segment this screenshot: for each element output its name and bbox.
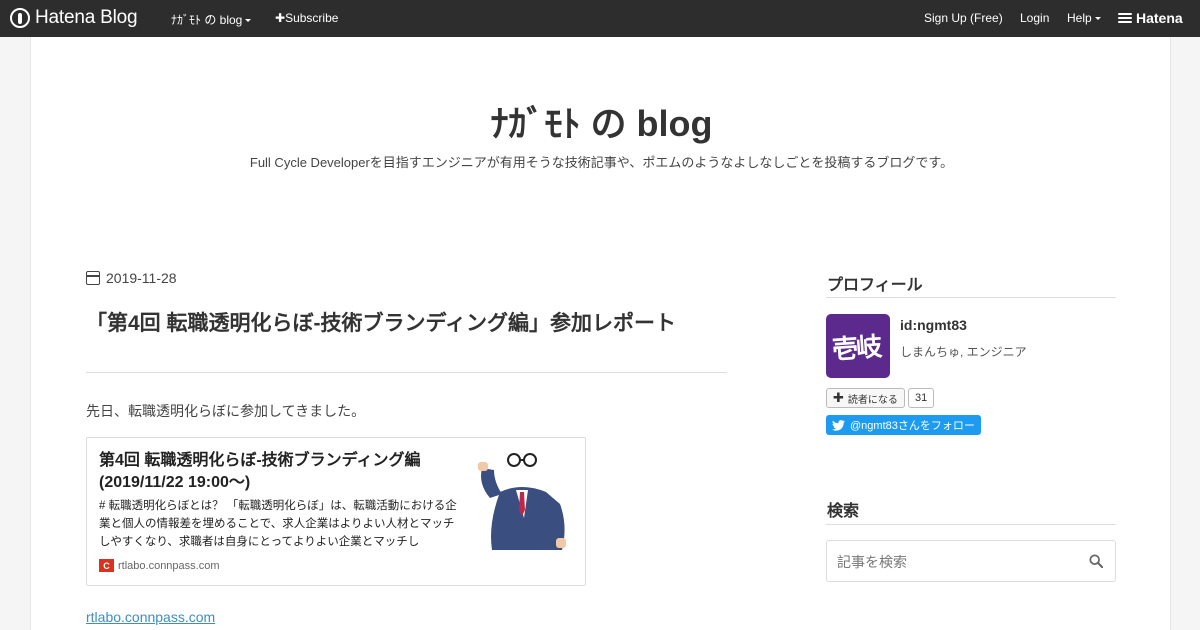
twitter-follow-button[interactable]: @ngmt83さんをフォロー [826,415,981,435]
blog-selector[interactable]: ﾅｶﾞﾓﾄ の blog [171,11,252,28]
global-header: Hatena Blog ﾅｶﾞﾓﾄ の blog ✚Subscribe Sign… [0,0,1200,37]
login-link[interactable]: Login [1020,11,1049,25]
hatena-brand-icon [1118,11,1132,25]
divider [826,524,1116,525]
reader-button-label: 読者になる [847,394,898,406]
avatar[interactable]: 壱岐 [826,314,890,378]
entry-date-text: 2019-11-28 [106,270,177,286]
caret-down-icon [1094,17,1101,21]
search-form [826,540,1116,582]
blog-description: Full Cycle Developerを目指すエンジニアが有用そうな技術記事や… [249,155,954,170]
plus-icon: ✚ [833,390,844,405]
entry-intro-text: 先日、転職透明化らぼに参加してきました。 [86,403,366,419]
avatar-text: 壱岐 [831,331,882,365]
page-container: ﾅｶﾞﾓﾄ の blog Full Cycle Developerを目指すエンジ… [30,37,1171,630]
hatena-brand-label: Hatena [1136,10,1183,26]
profile-user-id[interactable]: id:ngmt83 [900,317,967,333]
search-icon[interactable] [1089,554,1103,568]
search-heading: 検索 [827,503,860,520]
entry-date[interactable]: 2019-11-28 [86,270,177,286]
hatena-brand-link[interactable]: Hatena [1118,10,1183,26]
profile-description: しまんちゅ, エンジニア [900,345,1027,359]
subscribe-button[interactable]: ✚Subscribe [275,11,338,25]
reader-count-badge[interactable]: 31 [908,388,935,408]
blog-title[interactable]: ﾅｶﾞﾓﾄ の blog [31,95,1172,147]
connpass-favicon-icon: C [99,559,114,572]
divider [86,372,727,373]
hatena-blog-logo[interactable]: Hatena Blog [10,7,138,29]
subscribe-label: Subscribe [285,11,339,25]
card-site[interactable]: C rtlabo.connpass.com [99,559,220,572]
subscribe-reader-button[interactable]: ✚ 読者になる [826,388,905,408]
entry-link[interactable]: rtlabo.connpass.com [86,609,215,625]
divider [826,297,1116,298]
blog-selector-label: ﾅｶﾞﾓﾄ の blog [171,13,243,27]
card-description: # 転職透明化らぼとは？ 「転職透明化らぼ」は、転職活動における企業と個人の情報… [99,500,457,548]
twitter-bird-icon [832,419,845,431]
twitter-follow-label: @ngmt83さんをフォロー [850,420,975,432]
embed-link-card[interactable]: 第4回 転職透明化らぼ-技術ブランディング編 (2019/11/22 19:00… [86,437,586,586]
search-input[interactable] [837,552,1067,572]
businessman-illustration-icon [478,453,566,550]
help-label: Help [1067,11,1092,25]
card-site-label: rtlabo.connpass.com [118,559,220,572]
calendar-icon [86,271,100,285]
plus-icon: ✚ [275,11,286,25]
help-menu[interactable]: Help [1067,11,1101,25]
caret-down-icon [245,19,252,23]
profile-heading: プロフィール [827,277,923,294]
logo-text: Hatena Blog [35,7,138,28]
signup-link[interactable]: Sign Up (Free) [924,11,1003,25]
entry-title[interactable]: 「第4回 転職透明化らぼ-技術ブランディング編」参加レポート [86,307,726,337]
hatena-logo-icon [10,8,30,28]
card-title[interactable]: 第4回 転職透明化らぼ-技術ブランディング編 (2019/11/22 19:00… [99,450,469,494]
